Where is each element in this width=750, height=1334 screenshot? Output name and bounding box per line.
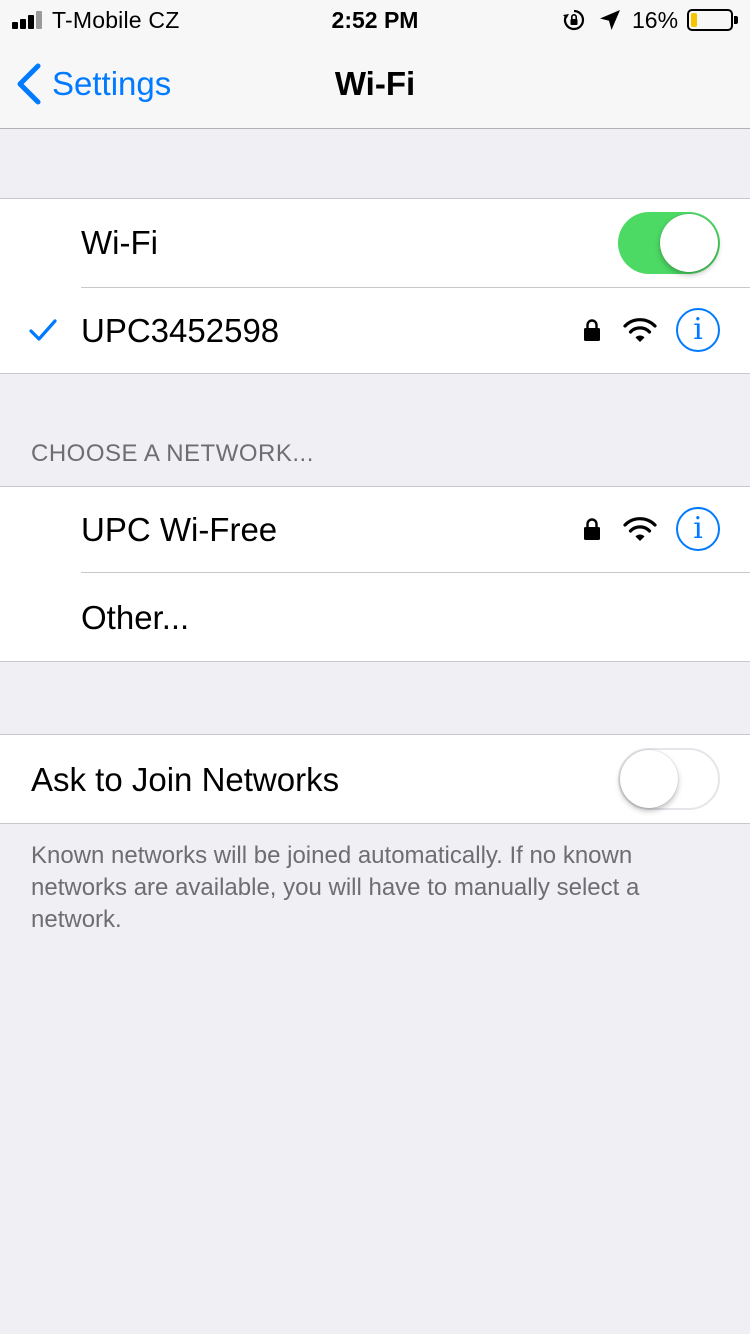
page-title: Wi-Fi [334, 65, 416, 102]
lock-icon [584, 518, 600, 540]
rotation-lock-icon [563, 9, 585, 31]
network-row[interactable]: UPC Wi-Free i [0, 487, 750, 573]
ask-to-join-label: Ask to Join Networks [31, 761, 340, 798]
other-network-label: Other... [81, 599, 190, 636]
wifi-toggle-row: Wi-Fi [0, 199, 750, 288]
ask-to-join-row: Ask to Join Networks [0, 735, 750, 823]
networks-group: UPC Wi-Free i Other... [0, 486, 750, 662]
connected-network-name: UPC3452598 [81, 312, 280, 349]
wifi-toggle-switch[interactable] [618, 212, 720, 274]
connected-network-row[interactable]: UPC3452598 i [0, 287, 750, 373]
network-info-button[interactable]: i [676, 507, 720, 551]
battery-level-fill [691, 13, 697, 27]
checkmark-icon [29, 319, 57, 341]
switch-knob [620, 750, 678, 808]
wifi-group: Wi-Fi UPC3452598 i [0, 198, 750, 374]
top-bar: T-Mobile CZ 2:52 PM 16% Settings Wi-Fi [0, 0, 750, 129]
status-bar: T-Mobile CZ 2:52 PM 16% [0, 0, 750, 40]
network-name: UPC Wi-Free [81, 511, 278, 548]
ask-to-join-group: Ask to Join Networks [0, 734, 750, 824]
wifi-signal-icon [623, 517, 657, 541]
battery-percent: 16% [632, 7, 679, 33]
other-network-row[interactable]: Other... [0, 573, 750, 661]
choose-network-header: CHOOSE A NETWORK... [31, 440, 314, 467]
ask-to-join-footer: Known networks will be joined automatica… [31, 842, 640, 933]
wifi-settings-screen: T-Mobile CZ 2:52 PM 16% Settings Wi-Fi W… [0, 0, 750, 1334]
navigation-bar: Settings Wi-Fi [0, 40, 750, 129]
battery-icon [687, 9, 738, 31]
ask-to-join-switch[interactable] [618, 748, 720, 810]
wifi-signal-icon [623, 318, 657, 342]
lock-icon [584, 319, 600, 341]
location-arrow-icon [600, 10, 620, 30]
network-info-button[interactable]: i [676, 308, 720, 352]
switch-knob [660, 214, 718, 272]
wifi-toggle-label: Wi-Fi [81, 224, 158, 261]
